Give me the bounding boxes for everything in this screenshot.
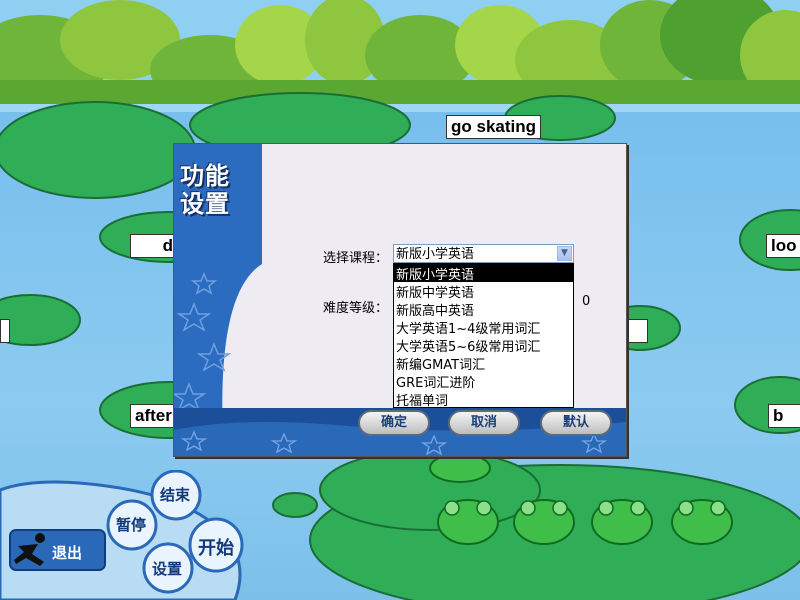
settings-dialog: 功能 设置 选择课程： 难度等级： 0 新版小学英语 ▼ 新版小学英语 新版中学…: [173, 143, 627, 457]
dialog-title: 功能 设置: [180, 162, 230, 218]
ok-button[interactable]: 确定: [358, 410, 430, 436]
course-select[interactable]: 新版小学英语 ▼: [393, 244, 574, 263]
course-option[interactable]: 大学英语1~4级常用词汇: [394, 318, 573, 337]
word-label: loo: [766, 234, 800, 258]
default-button[interactable]: 默认: [540, 410, 612, 436]
word-label: b: [768, 404, 800, 428]
word-label: d: [130, 234, 178, 258]
course-option[interactable]: 新编GMAT词汇: [394, 354, 573, 373]
course-option[interactable]: 大学英语5~6级常用词汇: [394, 336, 573, 355]
course-select-value: 新版小学英语: [396, 247, 475, 262]
course-label: 选择课程：: [323, 251, 389, 266]
difficulty-label: 难度等级：: [323, 301, 389, 316]
cancel-button[interactable]: 取消: [448, 410, 520, 436]
game-hud: 退出 暂停 结束 开始 设置: [0, 470, 260, 600]
course-dropdown-list[interactable]: 新版小学英语 新版中学英语 新版高中英语 大学英语1~4级常用词汇 大学英语5~…: [393, 263, 574, 409]
course-option[interactable]: GRE词汇进阶: [394, 372, 573, 391]
word-label-fragment: [0, 319, 10, 343]
treeline: [0, 0, 800, 112]
pause-button[interactable]: 暂停: [116, 514, 146, 535]
course-option[interactable]: 新版高中英语: [394, 300, 573, 319]
chevron-down-icon[interactable]: ▼: [557, 246, 572, 261]
settings-button[interactable]: 设置: [152, 558, 182, 579]
game-scene: go skating d loo after f b 功能 设置: [0, 0, 800, 600]
end-button[interactable]: 结束: [160, 484, 190, 505]
course-option[interactable]: 新版中学英语: [394, 282, 573, 301]
course-option[interactable]: 新版小学英语: [394, 264, 573, 283]
exit-button[interactable]: 退出: [52, 542, 82, 563]
difficulty-value: 0: [582, 294, 591, 309]
course-option[interactable]: 托福单词: [394, 390, 573, 409]
runner-icon: [14, 533, 45, 566]
start-button[interactable]: 开始: [198, 534, 234, 560]
word-label: go skating: [446, 115, 542, 139]
